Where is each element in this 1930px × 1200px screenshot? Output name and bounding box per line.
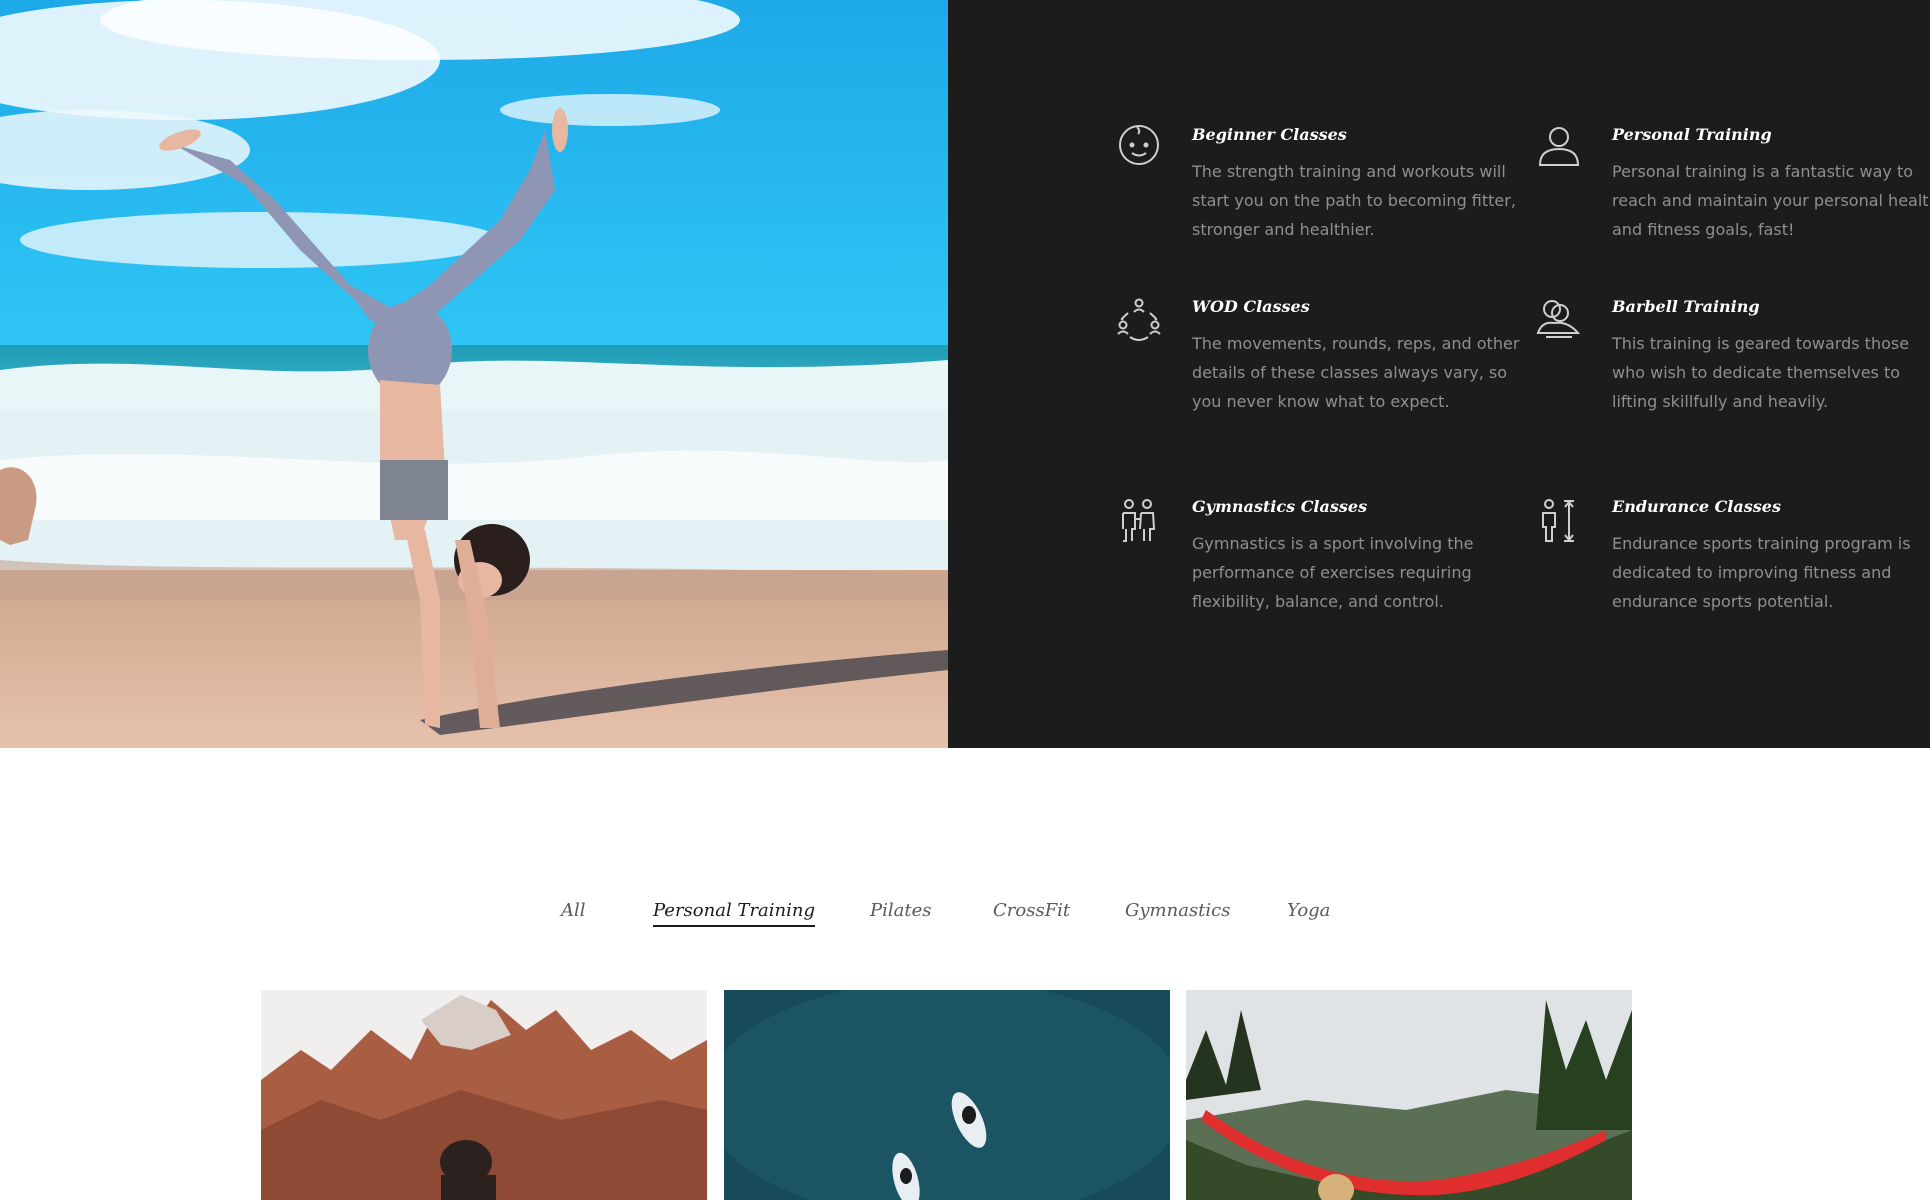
hero-photo (0, 0, 948, 748)
feature-title: Gymnastics Classes (1192, 497, 1368, 516)
filter-tab-yoga[interactable]: Yoga (1287, 900, 1330, 925)
height-measure-icon (1534, 497, 1584, 547)
filter-tab-crossfit[interactable]: CrossFit (993, 900, 1070, 925)
feature-description: Endurance sports training program is ded… (1612, 534, 1911, 611)
person-icon (1534, 125, 1584, 175)
lifter-icon (1534, 297, 1584, 347)
feature-description: This training is geared towards those wh… (1612, 334, 1910, 411)
feature-title: Beginner Classes (1192, 125, 1347, 144)
features-panel: Beginner Classes The strength training a… (948, 0, 1930, 748)
feature-title: WOD Classes (1192, 297, 1310, 316)
feature-title: Endurance Classes (1612, 497, 1781, 516)
gallery-item-hammock[interactable] (1186, 990, 1632, 1200)
page: Beginner Classes The strength training a… (0, 0, 1930, 1200)
filter-tab-gymnastics[interactable]: Gymnastics (1125, 900, 1231, 925)
baby-face-icon (1114, 125, 1164, 175)
mountains-photo (261, 990, 707, 1200)
filter-tab-all[interactable]: All (561, 900, 586, 925)
feature-description: The movements, rounds, reps, and other d… (1192, 334, 1520, 411)
feature-description: Gymnastics is a sport involving the perf… (1192, 534, 1474, 611)
hero-beach-handstand-image (0, 0, 948, 748)
surfers-photo (724, 990, 1170, 1200)
gallery-filter-tabs: All Personal Training Pilates CrossFit G… (0, 900, 1930, 940)
gymnasts-icon (1114, 497, 1164, 547)
feature-title: Personal Training (1612, 125, 1772, 144)
filter-tab-pilates[interactable]: Pilates (870, 900, 931, 925)
feature-description: Personal training is a fantastic way to … (1612, 162, 1930, 239)
gallery-item-mountains[interactable] (261, 990, 707, 1200)
filter-tab-personal-training[interactable]: Personal Training (653, 900, 815, 927)
gallery-item-surfers[interactable] (724, 990, 1170, 1200)
feature-title: Barbell Training (1612, 297, 1760, 316)
hammock-photo (1186, 990, 1632, 1200)
group-circle-icon (1114, 297, 1164, 347)
feature-description: The strength training and workouts will … (1192, 162, 1516, 239)
